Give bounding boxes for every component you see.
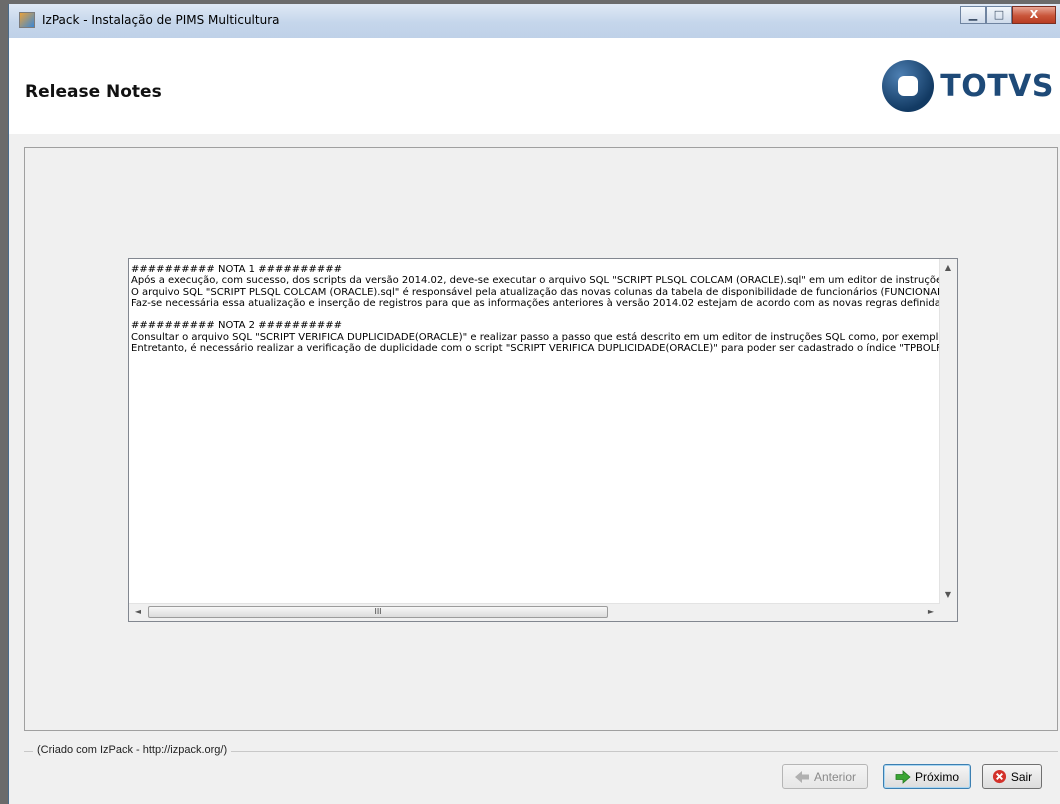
window-title: IzPack - Instalação de PIMS Multicultura [42, 13, 280, 27]
page-title: Release Notes [25, 82, 162, 102]
arrow-right-icon [895, 769, 911, 784]
previous-button[interactable]: Anterior [782, 764, 868, 789]
release-notes-line: Entretanto, é necessário realizar a veri… [131, 343, 941, 355]
scroll-left-arrow-icon[interactable]: ◄ [132, 606, 144, 618]
release-notes-line: Consultar o arquivo SQL "SCRIPT VERIFICA… [131, 331, 941, 343]
release-notes-line [131, 309, 941, 320]
quit-button[interactable]: Sair [982, 764, 1042, 789]
izpack-credit: (Criado com IzPack - http://izpack.org/) [33, 744, 232, 756]
close-circle-icon [992, 769, 1006, 784]
totvs-logo-text: TOTVS [940, 68, 1054, 104]
scroll-up-arrow-icon[interactable]: ▲ [942, 262, 954, 274]
next-button[interactable]: Próximo [883, 764, 971, 789]
release-notes-line: Faz-se necessária essa atualização e ins… [131, 297, 941, 309]
title-bar[interactable]: IzPack - Instalação de PIMS Multicultura… [9, 4, 1060, 39]
totvs-logo-icon [882, 60, 935, 112]
release-notes-text: ########## NOTA 1 ########## Após a execu… [131, 264, 941, 602]
scroll-right-arrow-icon[interactable]: ► [925, 606, 937, 618]
installer-window: IzPack - Instalação de PIMS Multicultura… [8, 4, 1060, 804]
izpack-app-icon [19, 12, 35, 28]
minimize-button[interactable]: ▁ [960, 6, 986, 24]
next-button-label: Próximo [914, 769, 959, 784]
horizontal-scrollbar[interactable]: ◄ III ► [129, 603, 940, 621]
window-controls: ▁ □ X [960, 6, 1056, 24]
scroll-down-arrow-icon[interactable]: ▼ [942, 589, 954, 601]
close-button[interactable]: X [1012, 6, 1056, 24]
release-notes-textarea[interactable]: ########## NOTA 1 ########## Após a execu… [128, 258, 958, 622]
horizontal-scroll-thumb[interactable]: III [148, 606, 608, 618]
release-notes-line: ########## NOTA 1 ########## [131, 264, 343, 275]
previous-button-label: Anterior [813, 769, 857, 784]
release-notes-line: ########## NOTA 2 ########## [131, 320, 343, 332]
maximize-button[interactable]: □ [986, 6, 1012, 24]
totvs-logo: TOTVS [882, 58, 1054, 114]
vertical-scrollbar[interactable]: ▲ ▼ [939, 259, 957, 604]
content-panel: ########## NOTA 1 ########## Após a execu… [24, 147, 1058, 731]
release-notes-line: Após a execução, com sucesso, dos script… [131, 275, 941, 287]
scrollbar-corner [940, 604, 957, 621]
panel-header: Release Notes TOTVS [9, 38, 1060, 134]
quit-button-label: Sair [1010, 769, 1033, 784]
release-notes-line: O arquivo SQL "SCRIPT PLSQL COLCAM (ORAC… [131, 286, 941, 298]
arrow-left-icon [794, 770, 809, 783]
